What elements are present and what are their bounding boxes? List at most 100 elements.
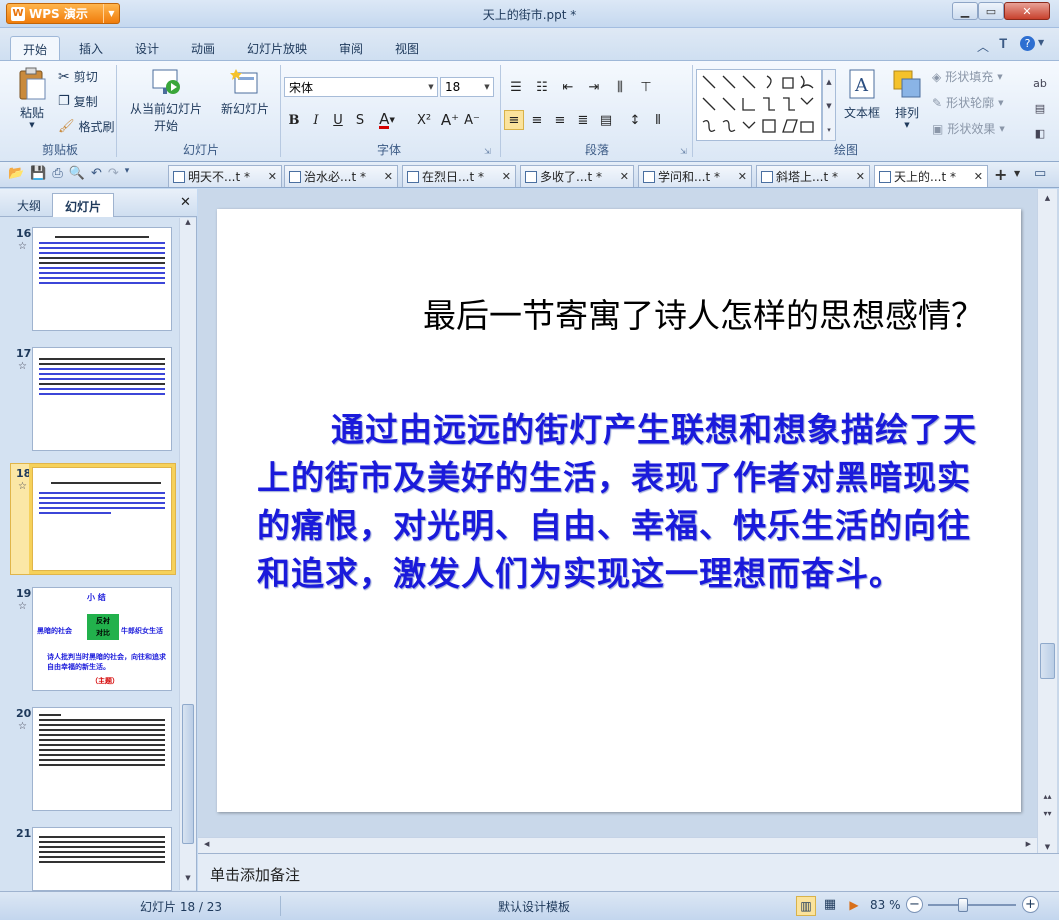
bold-button[interactable]: B <box>284 110 304 130</box>
text-direction-button[interactable]: ⫼ <box>610 77 630 97</box>
normal-view-icon[interactable]: ▥ <box>796 896 816 916</box>
superscript-button[interactable]: X² <box>410 110 438 130</box>
save-icon[interactable]: 💾 <box>30 166 46 181</box>
skin-icon[interactable]: 𝐓 <box>999 37 1007 52</box>
grow-font-button[interactable]: A⁺ <box>440 110 460 130</box>
slide-horizontal-scrollbar[interactable]: ◀ ▶ <box>198 837 1037 853</box>
shadow-button[interactable]: S <box>350 110 370 130</box>
undo-icon[interactable]: ↶ <box>91 166 102 181</box>
zoom-level[interactable]: 83 % <box>870 898 901 912</box>
distribute-button[interactable]: ▤ <box>596 110 616 130</box>
cut-button[interactable]: ✂ 剪切 <box>58 68 98 85</box>
window-layout-icon[interactable]: ▭ <box>1034 166 1046 181</box>
slide-body-text[interactable]: 通过由远远的街灯产生联想和想象描绘了天上的街市及美好的生活，表现了作者对黑暗现实… <box>257 406 982 598</box>
scroll-down-icon[interactable]: ▼ <box>1038 843 1057 851</box>
doc-tab[interactable]: 在烈日...t * ✕ <box>402 165 516 187</box>
copy-button[interactable]: ❐ 复制 <box>58 93 98 110</box>
notes-area[interactable]: 单击添加备注 <box>198 853 1059 891</box>
new-tab-icon[interactable]: + <box>994 165 1007 184</box>
slide-sorter-icon[interactable]: ▦ <box>820 896 840 916</box>
font-dialog-launcher-icon[interactable]: ⇲ <box>484 147 491 156</box>
redo-icon[interactable]: ↷ <box>108 166 119 181</box>
slide-title[interactable]: 最后一节寄寓了诗人怎样的思想感情？ <box>217 289 984 337</box>
play-from-current-button[interactable]: 从当前幻灯片 开始 <box>126 67 206 134</box>
shrink-font-button[interactable]: A⁻ <box>462 110 482 130</box>
increase-indent-button[interactable]: ⇥ <box>584 77 604 97</box>
scroll-down-icon[interactable]: ▼ <box>180 874 196 890</box>
paste-button[interactable]: 粘贴 ▼ <box>14 67 50 147</box>
print-icon[interactable]: ⎙ <box>52 166 62 181</box>
tab-design[interactable]: 设计 <box>122 36 172 60</box>
shape-effect-button[interactable]: ▣ 形状效果 ▼ <box>932 120 1005 137</box>
help-dropdown-icon[interactable]: ▼ <box>1038 38 1044 47</box>
zoom-slider[interactable] <box>928 904 1016 906</box>
bullet-list-button[interactable]: ☰ <box>506 77 526 97</box>
font-color-button[interactable]: A ▼ <box>372 110 402 130</box>
close-tab-icon[interactable]: ✕ <box>384 170 393 183</box>
scroll-up-icon[interactable]: ▲ <box>1038 189 1057 207</box>
align-text-button[interactable]: ⊤ <box>636 77 656 97</box>
doc-tab[interactable]: 学问和...t * ✕ <box>638 165 752 187</box>
font-name-select[interactable]: 宋体 ▼ <box>284 77 438 97</box>
scroll-right-icon[interactable]: ▶ <box>1026 840 1031 848</box>
collapse-ribbon-icon[interactable]: ︿ <box>977 38 989 55</box>
zoom-out-icon[interactable]: − <box>906 896 923 913</box>
shape-outline-button[interactable]: ✎ 形状轮廓 ▼ <box>932 94 1003 111</box>
close-pane-icon[interactable]: ✕ <box>180 195 191 210</box>
scroll-thumb[interactable] <box>1040 643 1055 679</box>
doc-tab[interactable]: 治水必...t * ✕ <box>284 165 398 187</box>
slideshow-view-icon[interactable]: ▶ <box>844 896 864 916</box>
slide-thumbnail[interactable] <box>32 827 172 891</box>
tab-animation[interactable]: 动画 <box>178 36 228 60</box>
tab-insert[interactable]: 插入 <box>66 36 116 60</box>
print-preview-icon[interactable]: 🔍 <box>69 166 85 181</box>
thumbnails-scrollbar[interactable]: ▲ ▼ <box>179 218 196 890</box>
slide-vertical-scrollbar[interactable]: ▲ ▴▴ ▾▾ ▼ <box>1037 189 1057 853</box>
slide-thumbnail[interactable] <box>32 707 172 811</box>
minimize-button[interactable]: ▁ <box>952 2 978 20</box>
tab-list-dropdown-icon[interactable]: ▼ <box>1014 169 1020 178</box>
tab-home[interactable]: 开始 <box>10 36 60 60</box>
align-center-button[interactable]: ≡ <box>527 110 547 130</box>
tab-outline[interactable]: 大纲 <box>8 193 50 217</box>
close-button[interactable]: ✕ <box>1004 2 1050 20</box>
prev-slide-icon[interactable]: ▴▴ <box>1038 789 1057 805</box>
shapes-gallery-scroll[interactable]: ▲ ▼ ▾ <box>822 69 836 141</box>
zoom-in-icon[interactable]: + <box>1022 896 1039 913</box>
tab-slides[interactable]: 幻灯片 <box>52 193 114 217</box>
justify-button[interactable]: ≣ <box>573 110 593 130</box>
slide-canvas[interactable]: 最后一节寄寓了诗人怎样的思想感情？ 通过由远远的街灯产生联想和想象描绘了天上的街… <box>217 209 1021 812</box>
textbox-button[interactable]: A 文本框 <box>842 67 882 121</box>
decrease-indent-button[interactable]: ⇤ <box>558 77 578 97</box>
new-slide-button[interactable]: 新幻灯片 <box>218 67 272 117</box>
scroll-left-icon[interactable]: ◀ <box>204 840 209 848</box>
numbered-list-button[interactable]: ☷ <box>532 77 552 97</box>
columns-button[interactable]: ⫴ <box>648 110 668 130</box>
open-folder-icon[interactable]: 📂 <box>8 166 24 181</box>
next-slide-icon[interactable]: ▾▾ <box>1038 809 1057 818</box>
paragraph-dialog-launcher-icon[interactable]: ⇲ <box>680 147 687 156</box>
overflow-tools[interactable]: ab ▤ ◧ <box>1022 71 1058 146</box>
close-tab-icon[interactable]: ✕ <box>268 170 277 183</box>
scroll-thumb[interactable] <box>182 704 194 844</box>
help-icon[interactable]: ? <box>1020 36 1035 51</box>
tab-slideshow[interactable]: 幻灯片放映 <box>236 36 318 60</box>
shape-fill-button[interactable]: ◈ 形状填充 ▼ <box>932 68 1003 85</box>
close-tab-icon[interactable]: ✕ <box>974 170 983 183</box>
close-tab-icon[interactable]: ✕ <box>738 170 747 183</box>
tab-view[interactable]: 视图 <box>382 36 432 60</box>
italic-button[interactable]: I <box>306 110 326 130</box>
slide-thumbnail-selected[interactable] <box>29 464 175 574</box>
arrange-button[interactable]: 排列 ▼ <box>888 67 926 129</box>
doc-tab[interactable]: 斜塔上...t * ✕ <box>756 165 870 187</box>
underline-button[interactable]: U <box>328 110 348 130</box>
doc-tab[interactable]: 多收了...t * ✕ <box>520 165 634 187</box>
slide-thumbnail[interactable]: 小 结 黑暗的社会 反衬 对比 牛郎织女生活 诗人批判当时黑暗的社会，向往和追求自… <box>32 587 172 691</box>
close-tab-icon[interactable]: ✕ <box>856 170 865 183</box>
font-size-select[interactable]: 18 ▼ <box>440 77 494 97</box>
align-left-button[interactable]: ≡ <box>504 110 524 130</box>
tab-review[interactable]: 审阅 <box>326 36 376 60</box>
close-tab-icon[interactable]: ✕ <box>502 170 511 183</box>
slide-thumbnail[interactable] <box>32 227 172 331</box>
quick-access-dropdown-icon[interactable]: ▾ <box>125 166 130 181</box>
